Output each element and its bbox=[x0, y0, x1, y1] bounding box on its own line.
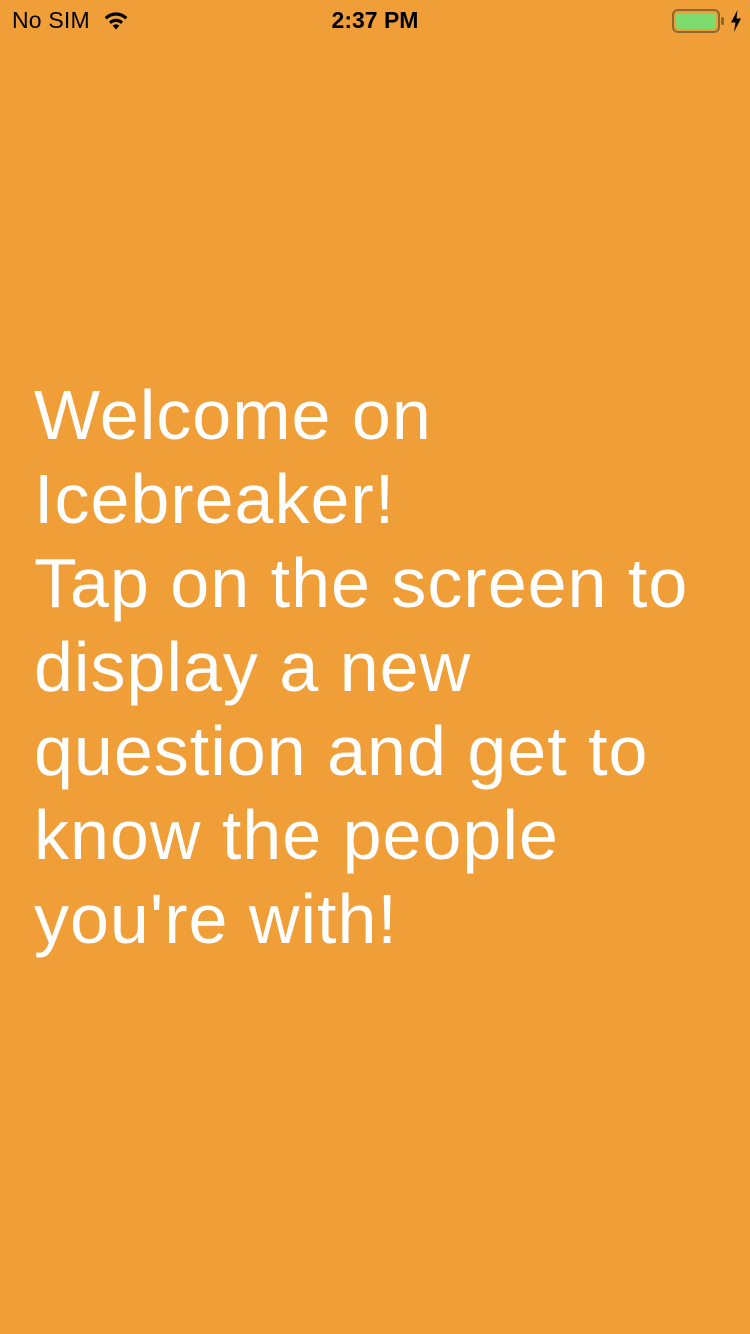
status-bar: No SIM 2:37 PM bbox=[0, 0, 750, 40]
welcome-message: Welcome on Icebreaker! Tap on the screen… bbox=[34, 376, 689, 958]
tap-area[interactable]: Welcome on Icebreaker! Tap on the screen… bbox=[0, 40, 750, 1334]
battery-icon bbox=[672, 9, 724, 33]
battery-fill bbox=[676, 13, 716, 29]
battery-group bbox=[672, 9, 742, 33]
bolt-icon bbox=[731, 10, 741, 32]
clock: 2:37 PM bbox=[331, 7, 419, 33]
